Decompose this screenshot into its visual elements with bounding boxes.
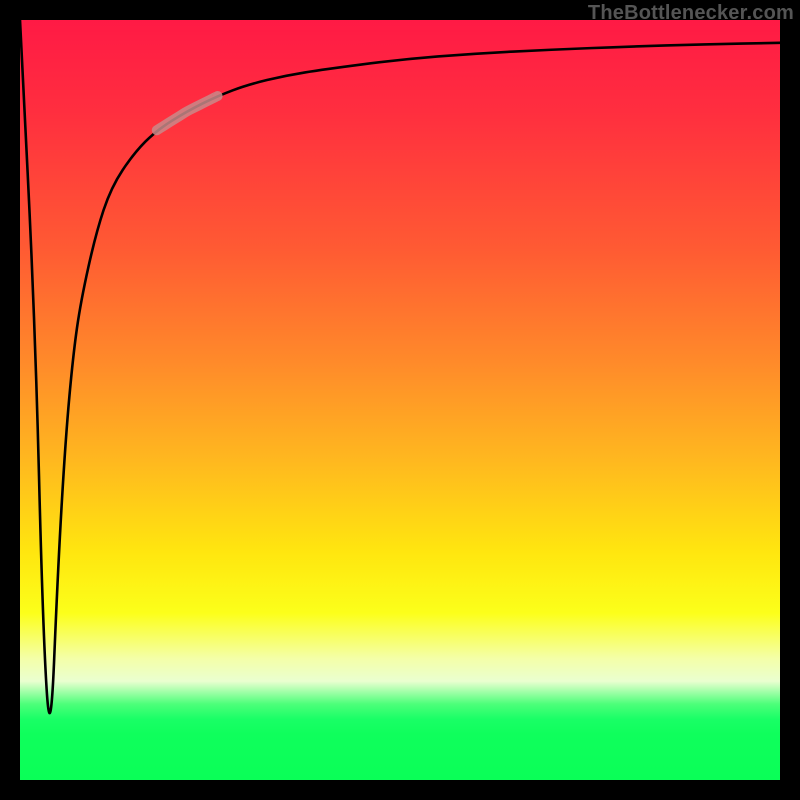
plot-gradient-background xyxy=(20,20,780,780)
chart-frame: TheBottlenecker.com xyxy=(0,0,800,800)
watermark-text: TheBottlenecker.com xyxy=(588,2,794,25)
